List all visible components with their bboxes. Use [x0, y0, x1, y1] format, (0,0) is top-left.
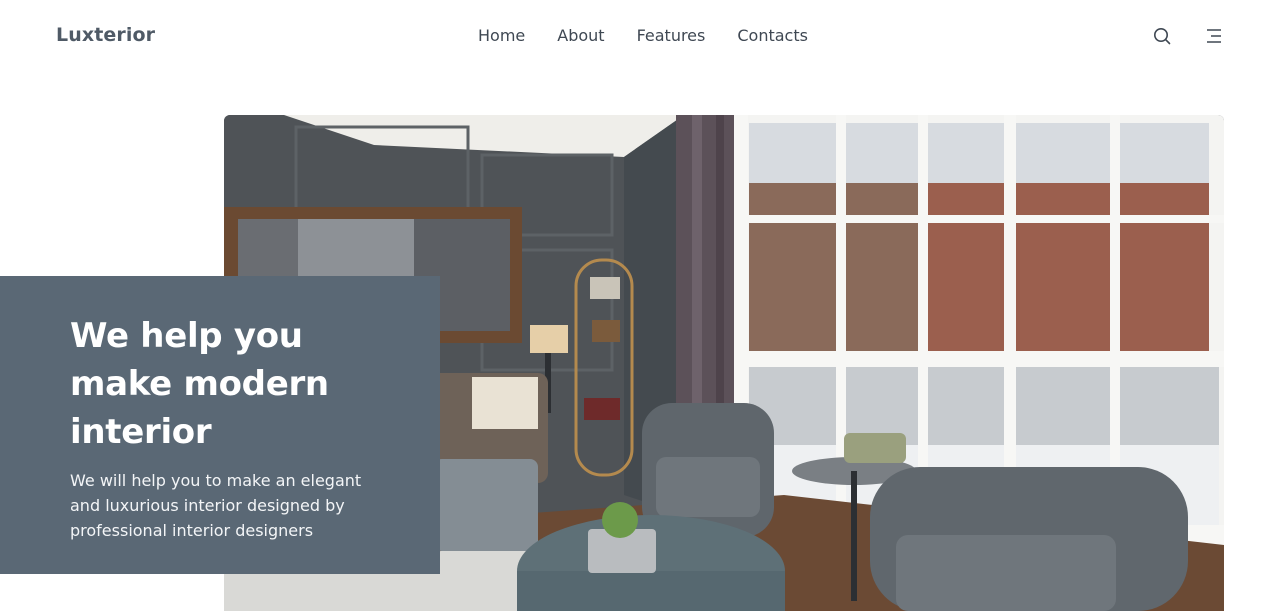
- search-icon[interactable]: [1152, 26, 1172, 46]
- site-header: Luxterior Home About Features Contacts: [0, 0, 1278, 72]
- nav-home[interactable]: Home: [478, 26, 525, 46]
- menu-icon[interactable]: [1204, 26, 1224, 46]
- main-nav: Home About Features Contacts: [478, 26, 808, 46]
- site-logo[interactable]: Luxterior: [56, 24, 155, 46]
- hero-description: We will help you to make an elegant and …: [70, 471, 362, 540]
- hero-panel: We help you make modern interior We will…: [0, 276, 440, 574]
- nav-about[interactable]: About: [557, 26, 604, 46]
- nav-features[interactable]: Features: [637, 26, 706, 46]
- nav-contacts[interactable]: Contacts: [737, 26, 808, 46]
- hero-heading: We help you make modern interior: [70, 316, 329, 452]
